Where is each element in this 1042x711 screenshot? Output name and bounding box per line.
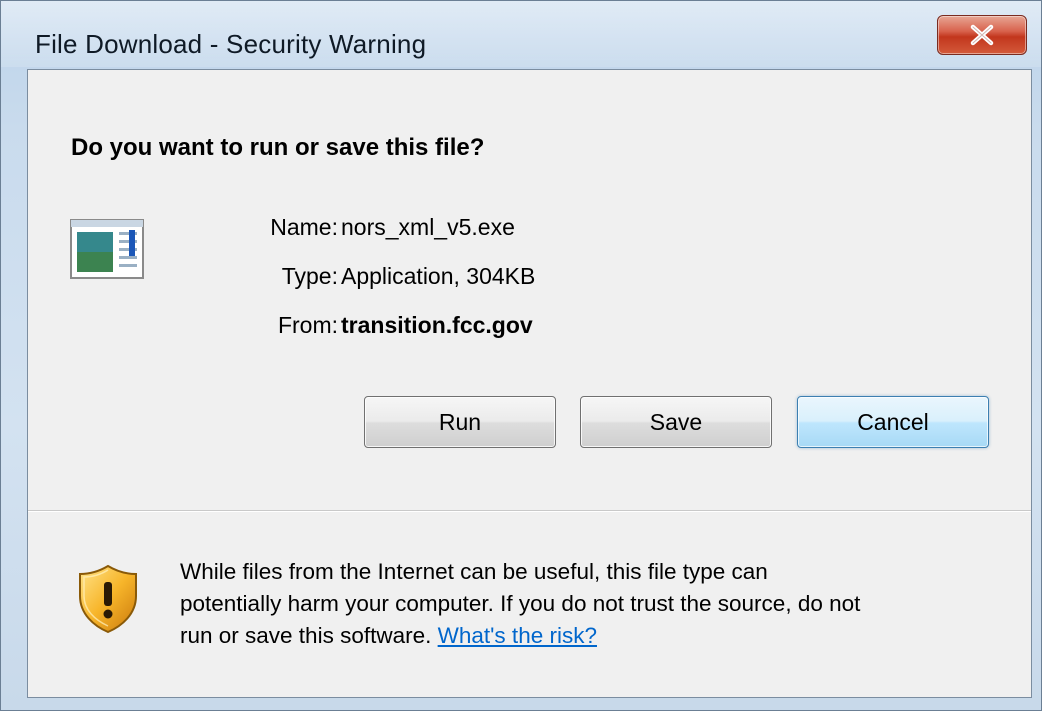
close-icon <box>970 24 994 46</box>
file-type-label: Type: <box>281 263 338 289</box>
titlebar[interactable]: File Download - Security Warning <box>1 1 1041 65</box>
warning-section: While files from the Internet can be use… <box>28 512 1031 697</box>
cancel-button[interactable]: Cancel <box>797 396 989 448</box>
whats-the-risk-link[interactable]: What's the risk? <box>438 623 597 648</box>
security-shield-icon <box>79 564 137 634</box>
file-name-row: Name: nors_xml_v5.exe <box>148 214 708 246</box>
dialog-client-area: Do you want to run or save this file? Na… <box>27 69 1032 698</box>
close-button[interactable] <box>937 15 1027 55</box>
warning-line-1: While files from the Internet can be use… <box>180 559 768 584</box>
file-name-label: Name: <box>270 214 338 240</box>
file-type-row: Type: Application, 304KB <box>148 263 708 295</box>
security-warning-window: File Download - Security Warning Do you … <box>0 0 1042 711</box>
file-source-label: From: <box>277 312 338 338</box>
warning-line-3-text: run or save this software. <box>180 623 432 648</box>
file-source-row: From: transition.fcc.gov <box>148 312 708 344</box>
save-button[interactable]: Save <box>580 396 772 448</box>
window-title: File Download - Security Warning <box>35 29 427 59</box>
run-button[interactable]: Run <box>364 396 556 448</box>
warning-message: While files from the Internet can be use… <box>180 556 1020 652</box>
warning-line-2: potentially harm your computer. If you d… <box>180 591 861 616</box>
file-name-value: nors_xml_v5.exe <box>341 214 515 240</box>
dialog-heading: Do you want to run or save this file? <box>71 134 485 161</box>
application-window-icon <box>70 219 144 279</box>
file-source-value: transition.fcc.gov <box>341 312 533 338</box>
file-type-value: Application, 304KB <box>341 263 536 289</box>
warning-line-3: run or save this software. What's the ri… <box>180 620 1020 652</box>
